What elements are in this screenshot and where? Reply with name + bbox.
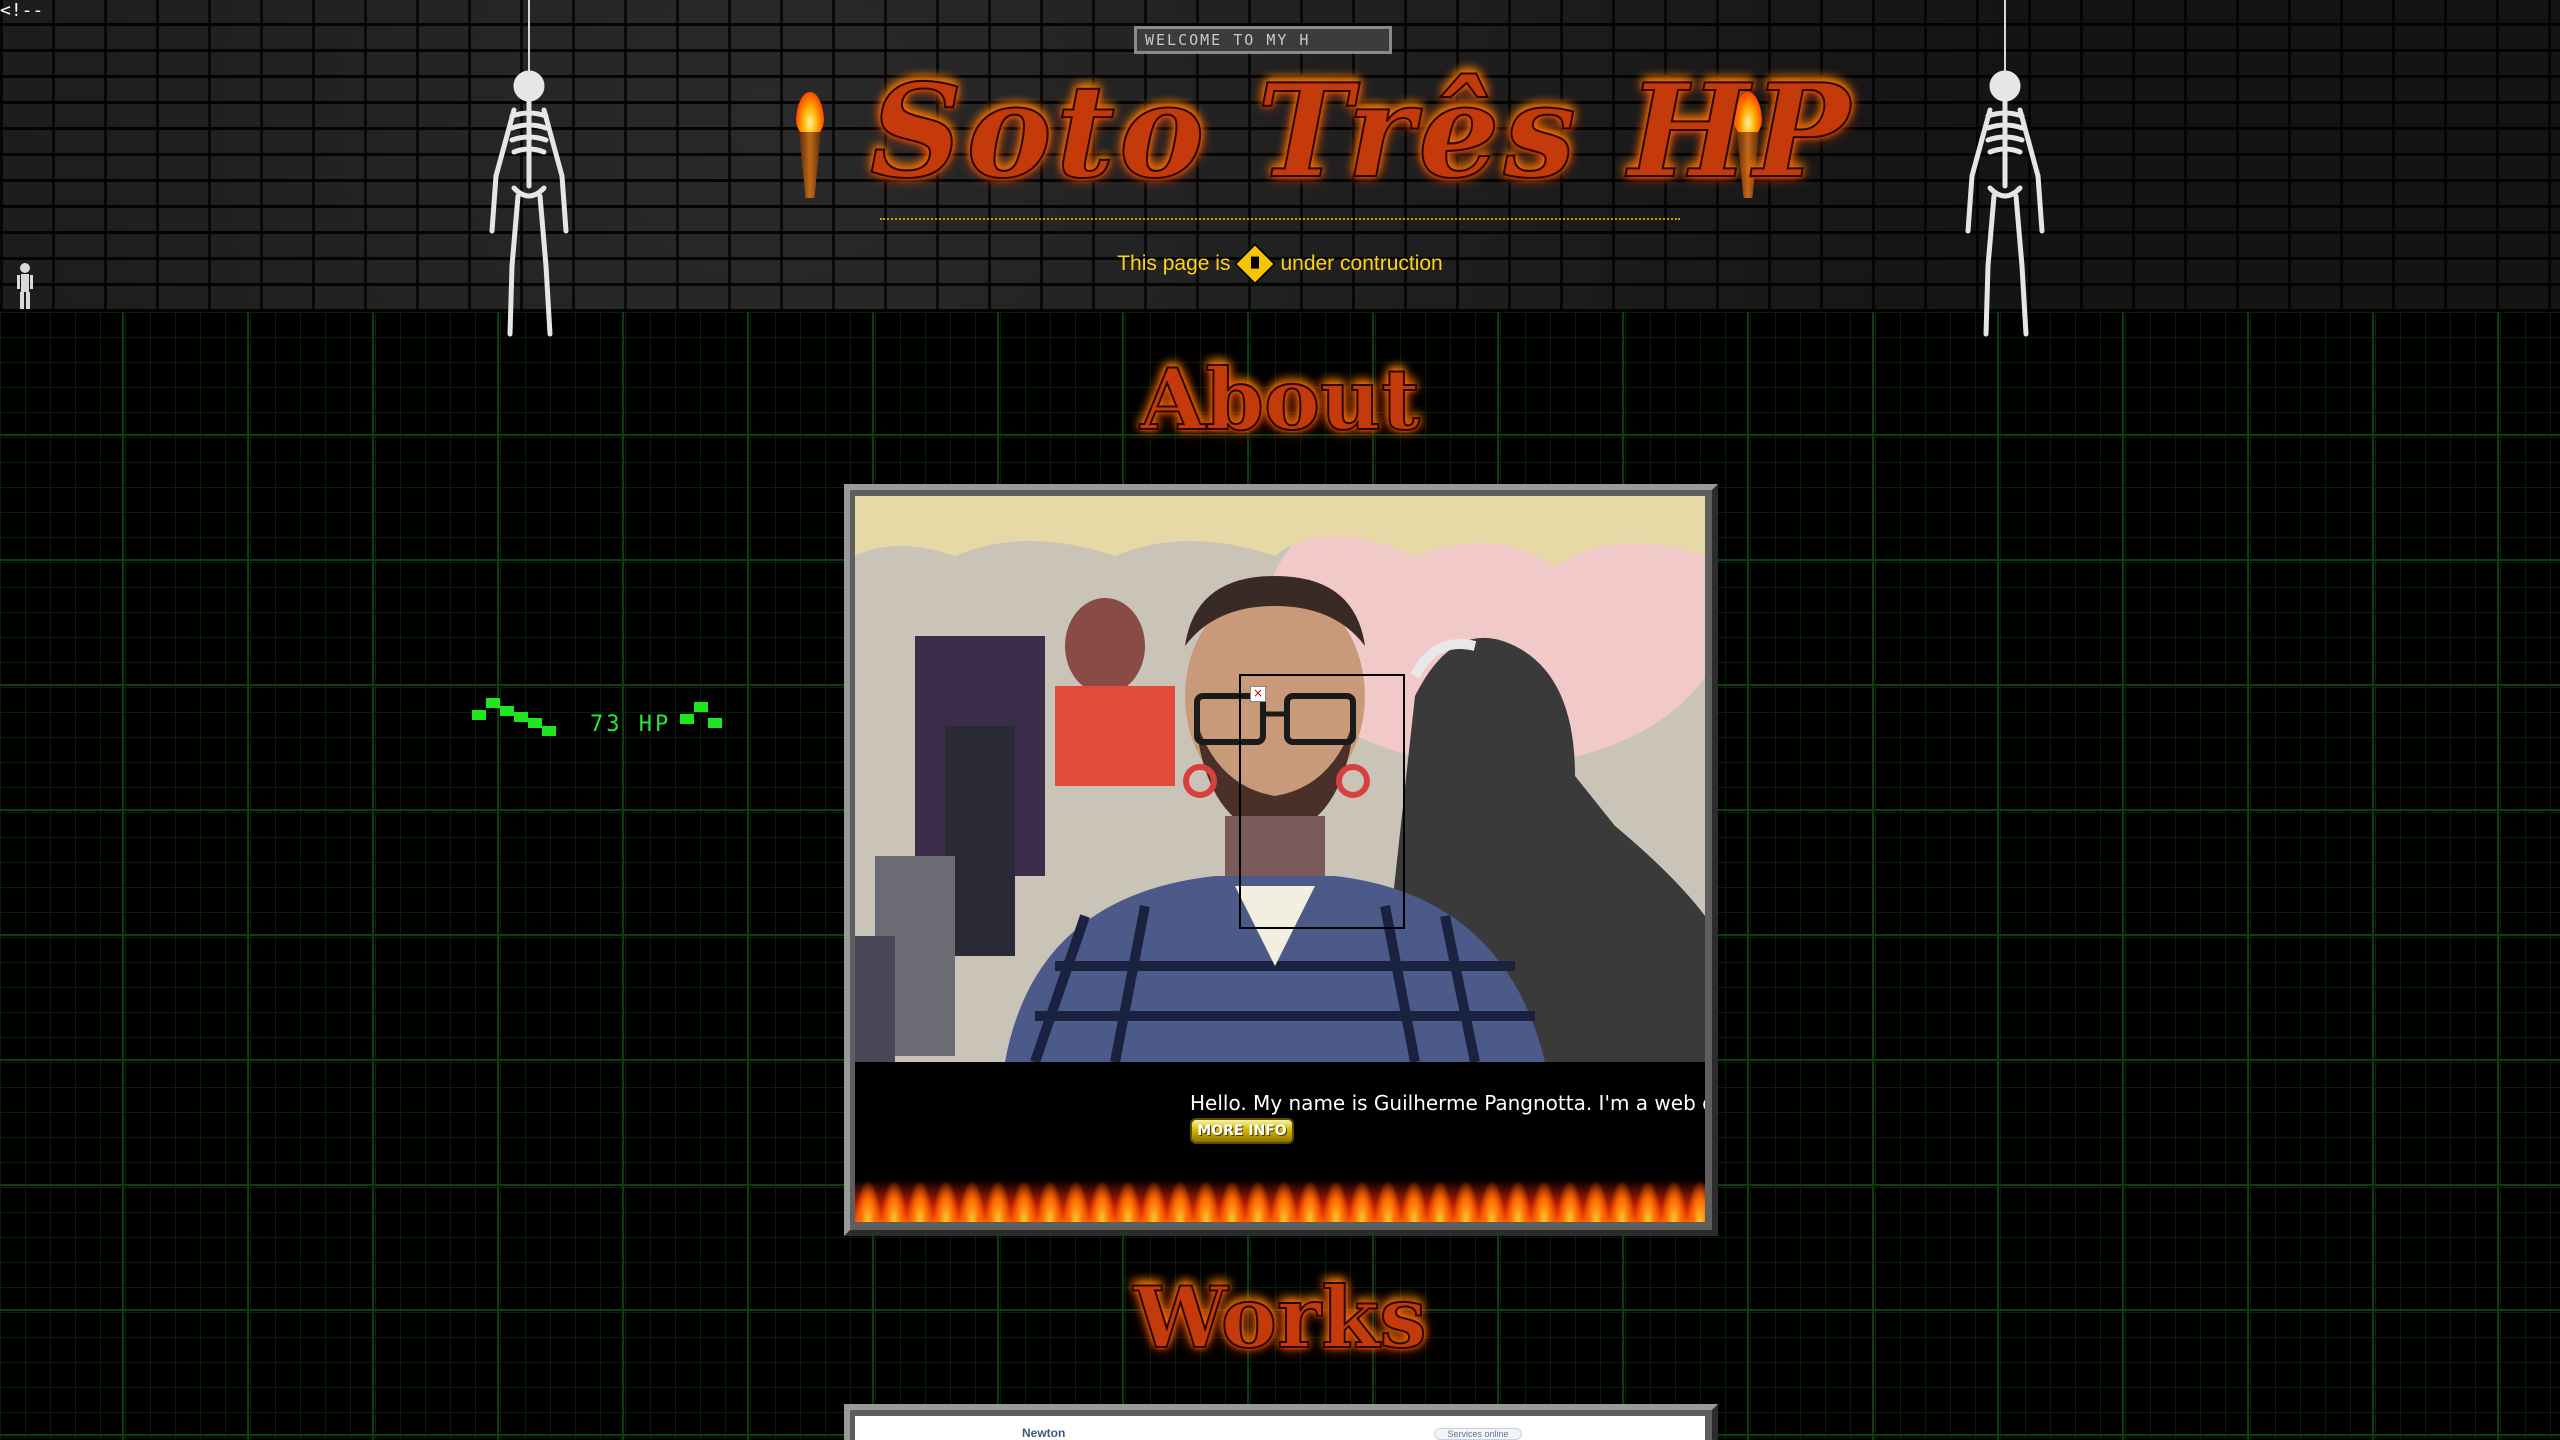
works-preview-brand: Newton [1022, 1426, 1066, 1440]
works-preview[interactable] [855, 1416, 1705, 1440]
title-divider [880, 218, 1680, 220]
construction-text-before: This page is [1117, 252, 1231, 275]
walking-figure-icon [17, 263, 33, 309]
page: <!-- WELCOME TO MY H Soto Três HP This p… [0, 0, 2560, 1440]
broken-image-placeholder [1239, 674, 1405, 929]
construction-sign-icon [1234, 242, 1277, 286]
skeleton-right-icon [1965, 70, 2045, 337]
torch-left-icon [790, 92, 830, 202]
rope-right [2004, 0, 2006, 74]
about-heading: About [1139, 350, 1421, 449]
skeleton-left-icon [489, 70, 569, 337]
fire-border-decoration [855, 1180, 1705, 1222]
works-preview-pill: Services online [1434, 1428, 1522, 1440]
broken-image-icon: × [1250, 686, 1266, 702]
construction-text-after: under contruction [1280, 252, 1443, 275]
more-info-button[interactable]: MORE INFO [1190, 1118, 1294, 1144]
stray-comment-text: <!-- [0, 0, 44, 21]
welcome-marquee: WELCOME TO MY H [1134, 26, 1392, 54]
hit-counter-label: 73 HP [590, 712, 672, 737]
site-title: Soto Três HP [869, 57, 1854, 207]
about-bio-text: Hello. My name is Guilherme Pangnotta. I… [1190, 1091, 1705, 1115]
works-heading: Works [1132, 1268, 1427, 1367]
construction-notice: This page is under contruction [1050, 240, 1510, 288]
rope-left [528, 0, 530, 74]
